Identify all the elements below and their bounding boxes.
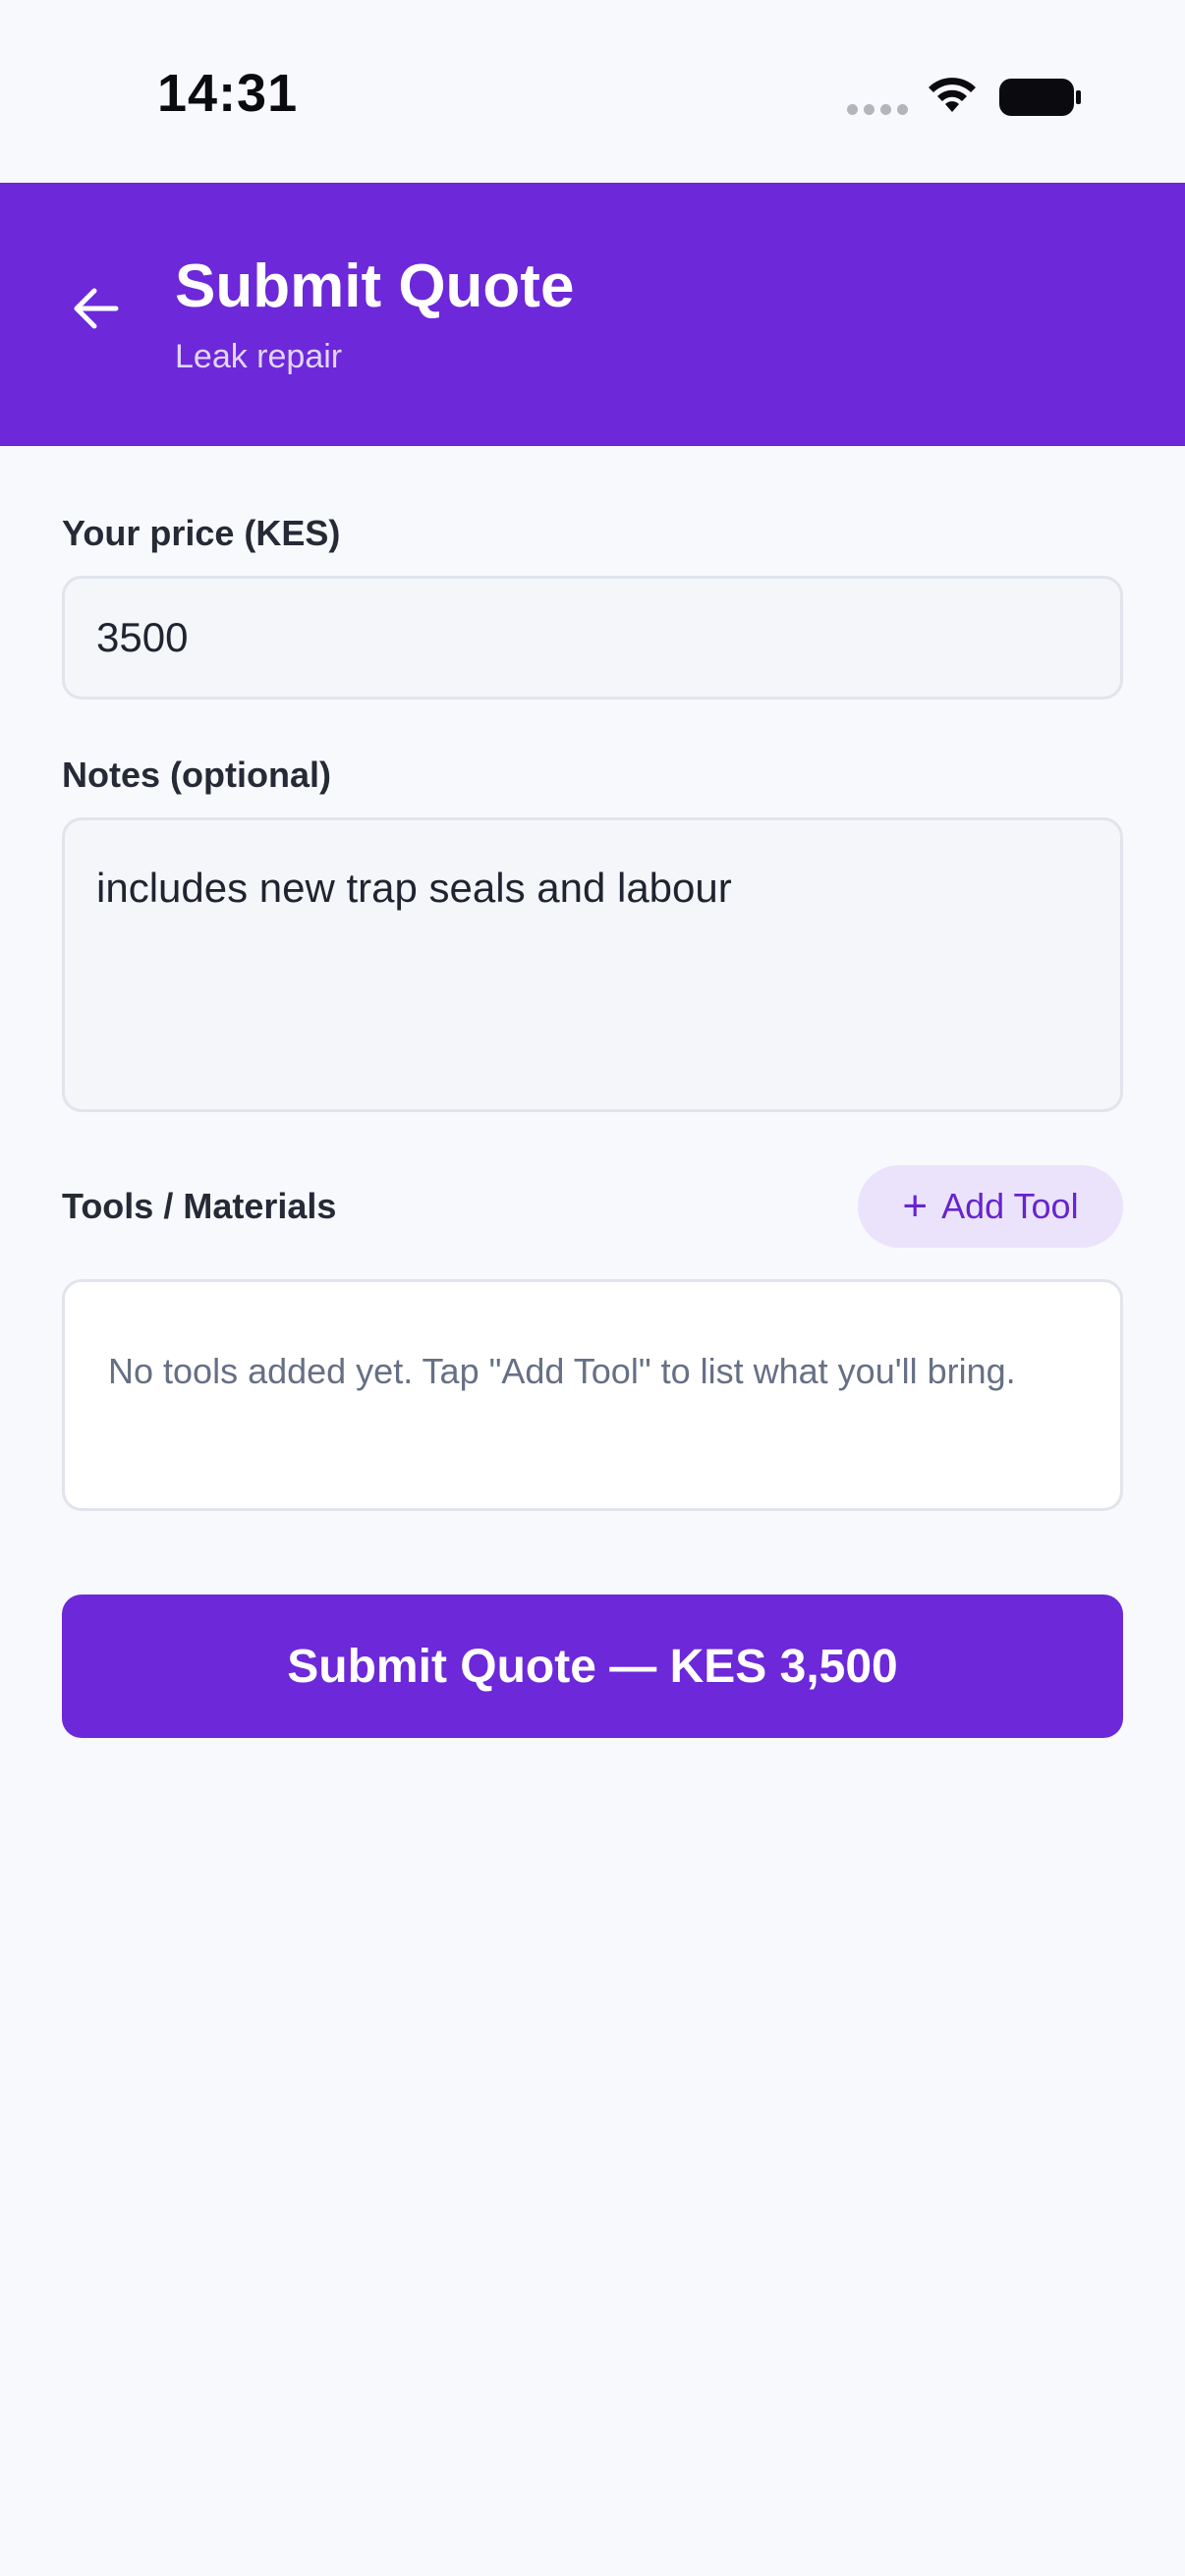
add-tool-label: Add Tool: [941, 1186, 1079, 1226]
back-button[interactable]: [59, 271, 134, 346]
tools-label: Tools / Materials: [62, 1186, 337, 1226]
notes-label: Notes (optional): [62, 755, 331, 795]
page-subtitle: Leak repair: [175, 338, 343, 375]
arrow-left-icon: [74, 288, 119, 329]
price-label: Your price (KES): [62, 513, 341, 553]
tools-empty-state: No tools added yet. Tap "Add Tool" to li…: [62, 1279, 1123, 1511]
page-title: Submit Quote: [175, 252, 575, 320]
submit-quote-button[interactable]: Submit Quote — KES 3,500: [62, 1595, 1123, 1738]
status-bar: 14:31: [0, 0, 1185, 183]
add-tool-button[interactable]: + Add Tool: [858, 1165, 1123, 1248]
app-header: Submit Quote Leak repair: [0, 183, 1185, 446]
battery-icon: [999, 79, 1081, 116]
notes-textarea[interactable]: includes new trap seals and labour: [62, 817, 1123, 1112]
wifi-icon: [929, 78, 976, 112]
price-input[interactable]: 3500: [62, 576, 1123, 700]
status-time: 14:31: [157, 64, 299, 123]
plus-icon: +: [902, 1182, 929, 1230]
signal-dots-icon: [847, 104, 908, 115]
